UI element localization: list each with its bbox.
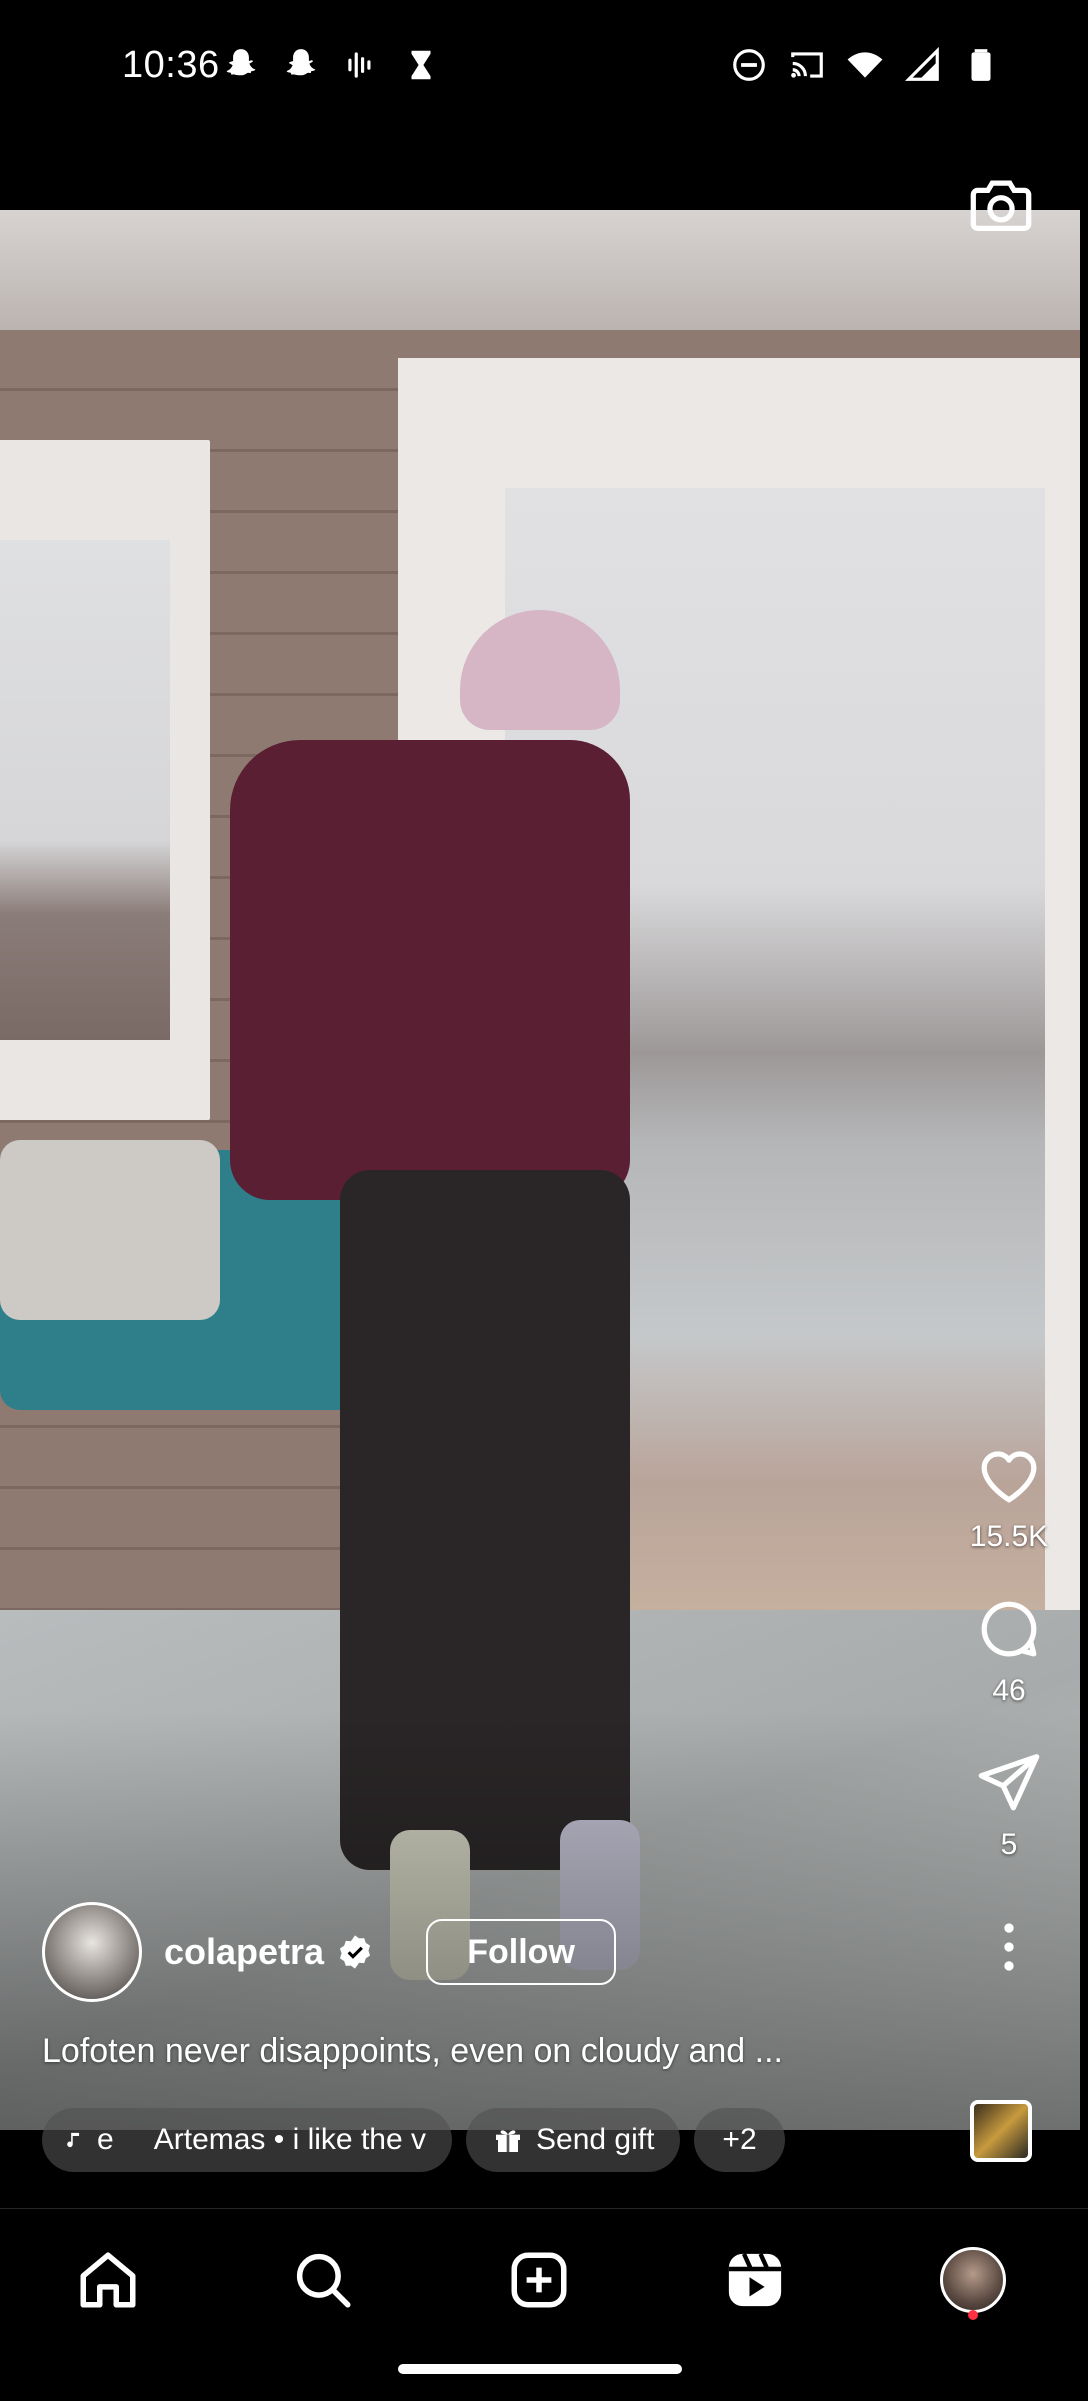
- comment-button[interactable]: [974, 1594, 1044, 1664]
- nav-search[interactable]: [288, 2245, 358, 2315]
- video-blanket: [0, 1140, 220, 1320]
- music-chip[interactable]: e Artemas • i like the v: [42, 2108, 452, 2172]
- audio-thumbnail[interactable]: [970, 2100, 1032, 2162]
- gift-icon: [496, 2130, 520, 2152]
- search-icon: [296, 2253, 351, 2308]
- like-count: 15.5K: [969, 1520, 1049, 1553]
- caption[interactable]: Lofoten never disappoints, even on cloud…: [42, 2032, 783, 2071]
- status-left-icons: [222, 46, 440, 84]
- heart-icon: [981, 1451, 1037, 1503]
- share-button[interactable]: [974, 1748, 1044, 1818]
- video-left-window: [0, 440, 210, 1120]
- more-options-button[interactable]: [974, 1912, 1044, 1982]
- hourglass-icon: [411, 50, 431, 80]
- comment-icon: [981, 1601, 1037, 1657]
- nav-home[interactable]: [73, 2245, 143, 2315]
- like-button[interactable]: [974, 1440, 1044, 1510]
- status-time: 10:36: [122, 44, 220, 86]
- reel-video[interactable]: [0, 210, 1080, 2130]
- more-vertical-icon: [1004, 1923, 1014, 1971]
- send-gift-chip[interactable]: Send gift: [466, 2108, 681, 2172]
- status-right-icons: [730, 46, 1000, 84]
- nav-create[interactable]: [504, 2245, 574, 2315]
- send-gift-label: Send gift: [536, 2123, 655, 2156]
- follow-button[interactable]: Follow: [426, 1919, 617, 1985]
- author-row: colapetra Follow: [42, 1902, 617, 2002]
- person-hat: [460, 610, 620, 730]
- music-note-icon: [67, 2132, 80, 2148]
- voice-recorder-icon: [348, 52, 371, 78]
- chip-row: e Artemas • i like the v Send gift +2: [42, 2108, 785, 2172]
- reels-icon: [728, 2252, 782, 2307]
- video-ceiling: [0, 210, 1080, 340]
- send-icon: [978, 1754, 1040, 1811]
- wifi-icon: [847, 52, 883, 78]
- camera-icon: [970, 180, 1032, 231]
- nav-profile[interactable]: [938, 2245, 1008, 2315]
- video-left-window-glass: [0, 540, 170, 1040]
- action-column: 15.5K 46 5: [964, 1440, 1054, 1982]
- snapchat-icon: [286, 49, 316, 76]
- more-chips-button[interactable]: +2: [694, 2108, 785, 2172]
- home-icon: [80, 2252, 136, 2308]
- do-not-disturb-icon: [733, 49, 765, 81]
- person-jacket: [230, 740, 630, 1200]
- create-icon: [511, 2252, 567, 2308]
- cellular-signal-icon: [904, 46, 939, 81]
- home-indicator[interactable]: [398, 2364, 682, 2374]
- profile-avatar: [940, 2247, 1006, 2313]
- music-prefix: e: [97, 2123, 114, 2156]
- username[interactable]: colapetra: [164, 1931, 324, 1973]
- cast-icon: [791, 52, 823, 78]
- battery-icon: [971, 49, 991, 81]
- camera-button[interactable]: [966, 170, 1036, 240]
- profile-notification-dot: [968, 2310, 978, 2320]
- share-count: 5: [1000, 1828, 1018, 1861]
- music-track: Artemas • i like the v: [153, 2123, 426, 2156]
- nav-reels[interactable]: [720, 2245, 790, 2315]
- snapchat-icon: [226, 49, 256, 76]
- verified-badge-icon: [340, 1935, 371, 1969]
- comment-count: 46: [992, 1674, 1026, 1707]
- avatar[interactable]: [42, 1902, 142, 2002]
- status-bar: 10:36: [0, 0, 1088, 136]
